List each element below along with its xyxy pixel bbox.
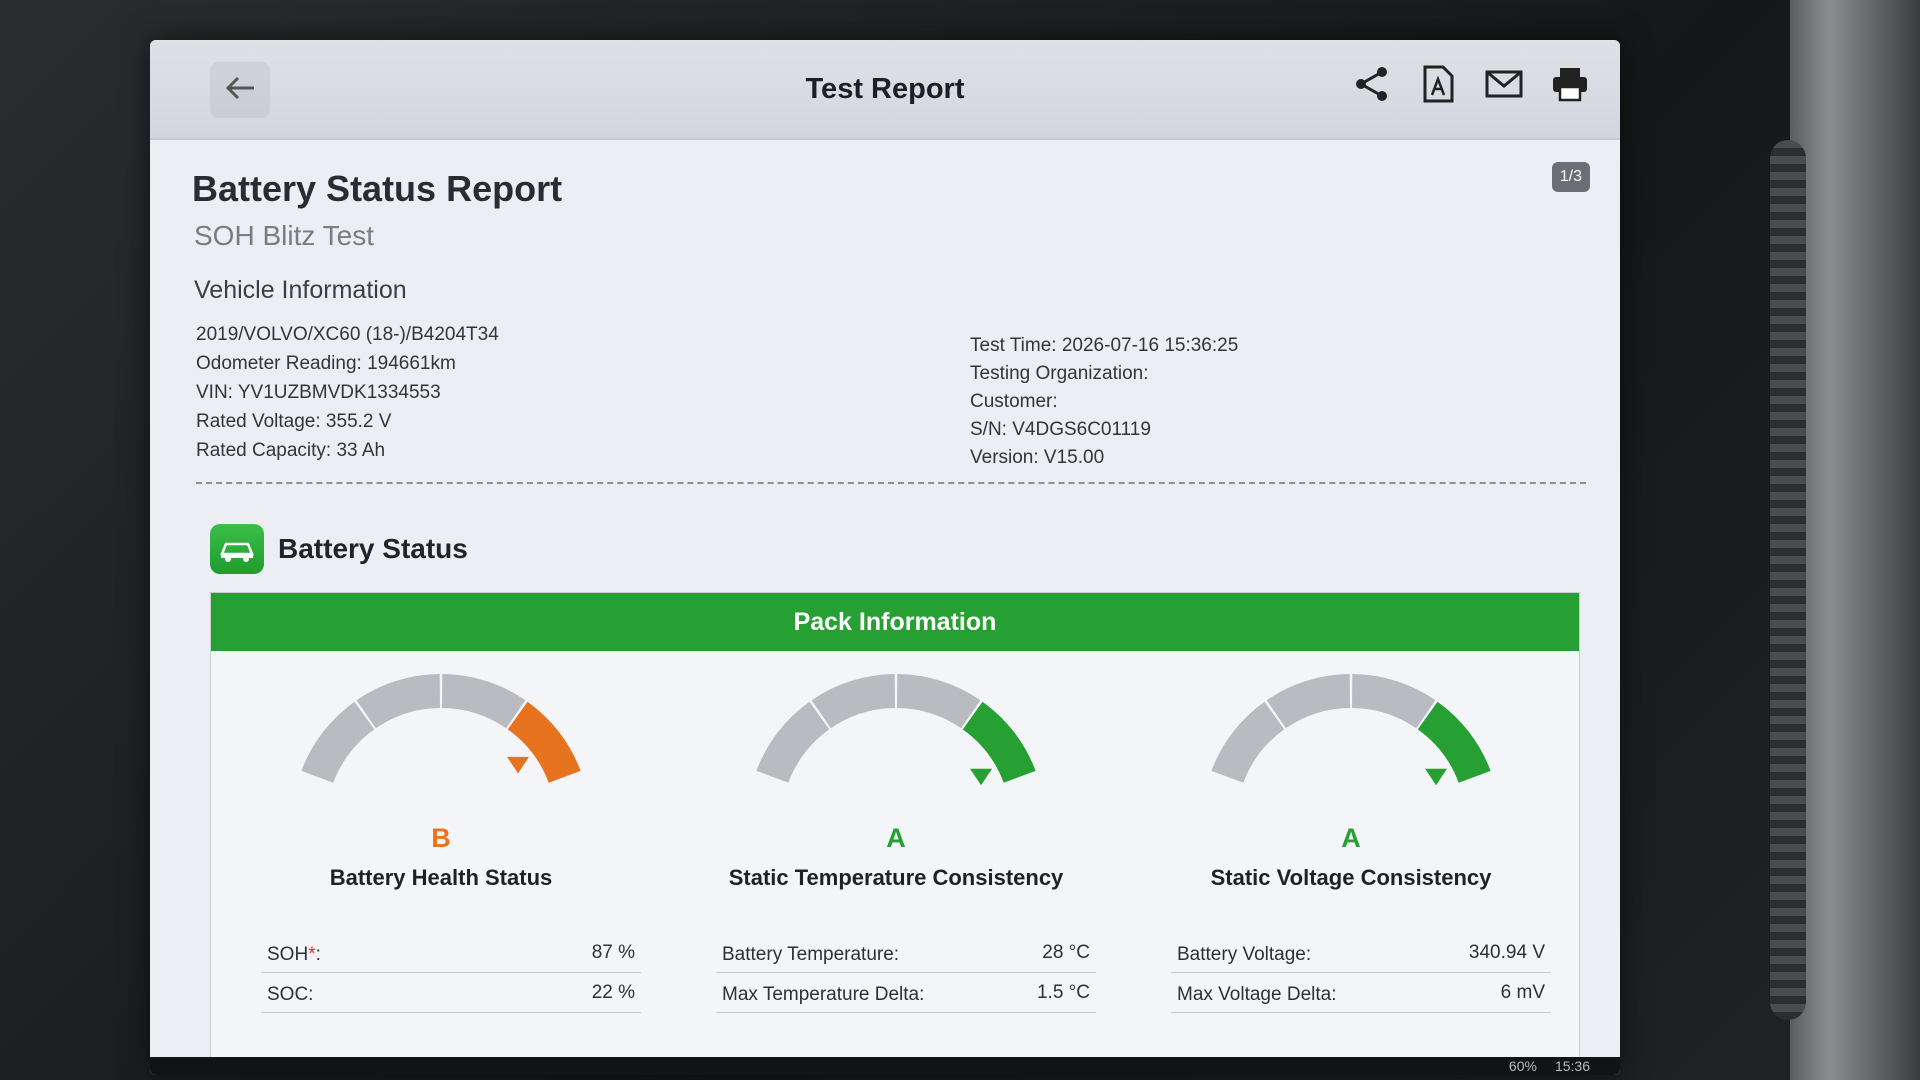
vin: VIN: YV1UZBMVDK1334553 xyxy=(196,382,441,403)
battery-status-title: Battery Status xyxy=(278,533,468,564)
metric-label: SOH*: xyxy=(267,944,321,965)
temperature-metrics: Battery Temperature: 28 °C Max Temperatu… xyxy=(716,933,1096,1013)
gauge-segment xyxy=(896,674,981,729)
gauge-segment xyxy=(441,674,526,729)
metric-row-soh: SOH*: 87 % xyxy=(261,933,641,973)
metric-label: Battery Temperature: xyxy=(722,944,900,965)
page-indicator: 1/3 xyxy=(1551,162,1590,192)
serial-number: S/N: V4DGS6C01119 xyxy=(970,419,1151,440)
gauge-segment xyxy=(301,701,375,784)
metric-row-max-temperature-delta: Max Temperature Delta: 1.5 °C xyxy=(716,973,1096,1013)
back-button[interactable] xyxy=(210,62,270,118)
top-bar: Test Report xyxy=(150,40,1620,140)
pdf-icon xyxy=(1422,65,1454,108)
gauge-segment xyxy=(1417,701,1491,784)
device-grip xyxy=(1770,140,1806,1020)
gauge-temperature-consistency: A Static Temperature Consistency Battery… xyxy=(676,673,1116,1053)
print-button[interactable] xyxy=(1550,66,1590,106)
gauge-battery-health: B Battery Health Status SOH*: 87 % SOC: … xyxy=(221,673,661,1053)
metric-label: Max Temperature Delta: xyxy=(722,984,925,1005)
customer: Customer: xyxy=(970,391,1058,412)
share-button[interactable] xyxy=(1352,66,1392,106)
report-subtitle: SOH Blitz Test xyxy=(194,220,374,251)
odometer-reading: Odometer Reading: 194661km xyxy=(196,353,456,374)
vehicle-model: 2019/VOLVO/XC60 (18-)/B4204T34 xyxy=(196,324,499,345)
battery-health-metrics: SOH*: 87 % SOC: 22 % xyxy=(261,933,641,1013)
gauge-segment xyxy=(1266,674,1351,729)
gauge-segment xyxy=(1351,674,1436,729)
battery-health-gauge xyxy=(301,674,581,784)
gauge-segment xyxy=(1211,701,1285,784)
gauge-segment xyxy=(962,701,1036,784)
mail-icon xyxy=(1485,69,1523,104)
print-icon xyxy=(1551,66,1589,107)
metric-value: 22 % xyxy=(591,982,635,1003)
section-divider xyxy=(196,482,1586,484)
toolbar-actions xyxy=(1352,65,1590,108)
metric-row-battery-temperature: Battery Temperature: 28 °C xyxy=(716,933,1096,973)
gauge-pointer xyxy=(507,756,530,774)
gauge-segment xyxy=(811,674,896,729)
gauge-segment xyxy=(356,674,441,729)
vehicle-info-right: Test Time: 2026-07-16 15:36:25 Testing O… xyxy=(970,332,1238,472)
vehicle-info-heading: Vehicle Information xyxy=(194,276,407,304)
rated-voltage: Rated Voltage: 355.2 V xyxy=(196,411,392,432)
clock: 15:36 xyxy=(1554,1058,1590,1074)
rated-capacity: Rated Capacity: 33 Ah xyxy=(196,440,386,461)
metric-value: 87 % xyxy=(591,942,635,963)
version: Version: V15.00 xyxy=(970,447,1105,468)
test-time: Test Time: 2026-07-16 15:36:25 xyxy=(970,335,1239,356)
metric-value: 1.5 °C xyxy=(1036,982,1090,1003)
temperature-consistency-label: Static Temperature Consistency xyxy=(728,865,1064,890)
voltage-grade: A xyxy=(1341,823,1361,853)
metric-row-battery-voltage: Battery Voltage: 340.94 V xyxy=(1171,933,1551,973)
gauge-segment xyxy=(756,701,830,784)
gauge-voltage-consistency: A Static Voltage Consistency Battery Vol… xyxy=(1131,673,1571,1053)
metric-value: 340.94 V xyxy=(1468,942,1545,963)
pack-information-panel: Pack Information B Battery Health Status… xyxy=(210,592,1580,1062)
metric-row-soc: SOC: 22 % xyxy=(261,973,641,1013)
share-icon xyxy=(1353,65,1391,108)
testing-organization: Testing Organization: xyxy=(970,363,1149,384)
metric-label: SOC: xyxy=(267,984,314,1005)
metric-value: 28 °C xyxy=(1042,942,1090,963)
pdf-button[interactable] xyxy=(1418,65,1458,108)
temperature-consistency-gauge xyxy=(756,674,1036,786)
screen: Test Report 1/3 Battery Status Report SO… xyxy=(150,40,1620,1075)
metric-label: Max Voltage Delta: xyxy=(1177,984,1337,1005)
voltage-metrics: Battery Voltage: 340.94 V Max Voltage De… xyxy=(1171,933,1551,1013)
metric-row-max-voltage-delta: Max Voltage Delta: 6 mV xyxy=(1171,973,1551,1013)
battery-status-header: Battery Status xyxy=(210,524,468,574)
back-icon xyxy=(224,75,256,106)
metric-value: 6 mV xyxy=(1500,982,1545,1003)
voltage-consistency-gauge xyxy=(1211,674,1491,786)
report-title: Battery Status Report xyxy=(192,168,563,209)
gauge-pointer xyxy=(970,768,993,786)
battery-health-grade: B xyxy=(431,823,451,853)
pack-information-bar: Pack Information xyxy=(211,593,1579,651)
car-battery-icon xyxy=(210,524,264,574)
battery-health-label: Battery Health Status xyxy=(329,865,553,890)
system-status-bar: 60% 15:36 xyxy=(150,1057,1620,1075)
vehicle-info-left: 2019/VOLVO/XC60 (18-)/B4204T34 Odometer … xyxy=(196,320,499,465)
gauge-segment xyxy=(507,701,581,784)
gauge-pointer xyxy=(1425,768,1448,786)
page-title: Test Report xyxy=(805,72,965,105)
temperature-grade: A xyxy=(886,823,906,853)
battery-level: 60% xyxy=(1508,1058,1537,1074)
voltage-consistency-label: Static Voltage Consistency xyxy=(1210,865,1492,890)
device-side xyxy=(1790,0,1920,1080)
metric-label: Battery Voltage: xyxy=(1177,944,1312,965)
mail-button[interactable] xyxy=(1484,66,1524,106)
